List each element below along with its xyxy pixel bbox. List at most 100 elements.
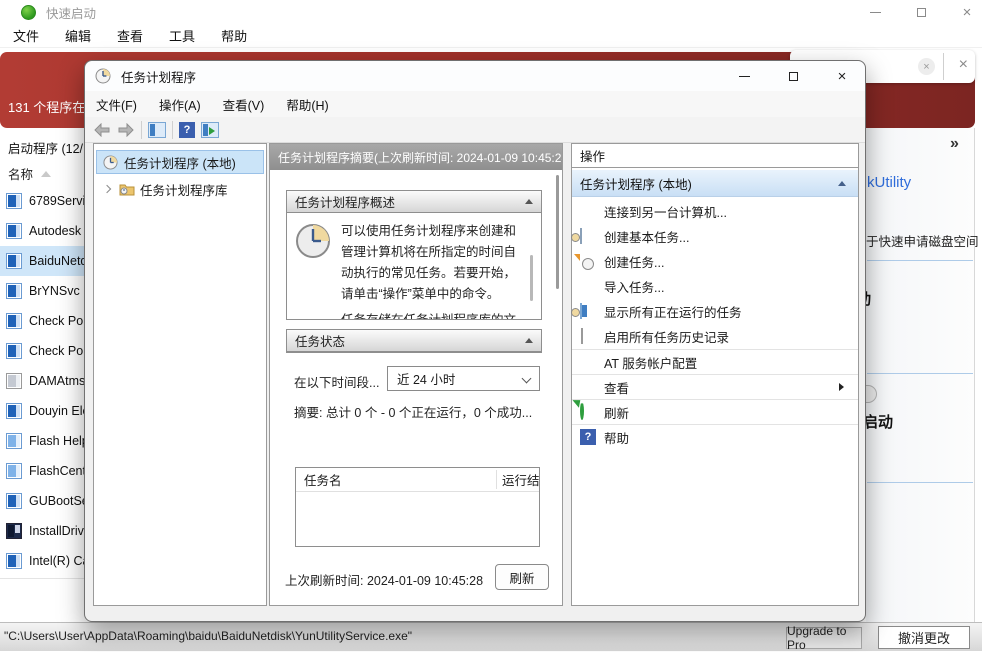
clock-icon [95,68,111,84]
status-path-text: "C:\Users\User\AppData\Roaming\baidu\Bai… [4,629,412,643]
upgrade-to-pro-button[interactable]: Upgrade to Pro [786,627,862,649]
submenu-arrow-icon [839,383,844,391]
period-value: 近 24 小时 [397,369,455,388]
close-icon[interactable]: × [959,56,968,74]
ts-titlebar[interactable]: 任务计划程序 × [85,61,865,91]
table-header-row: 任务名 运行结 [296,468,539,492]
program-icon [6,373,22,389]
summary-pane: 任务计划程序摘要(上次刷新时间: 2024-01-09 10:45:28 任务计… [269,143,563,606]
no-icon [580,379,596,395]
host-window-controls: × [866,0,976,24]
undo-changes-button[interactable]: 撤消更改 [878,626,970,649]
overview-text-partial: 任务存储在任务计划程序库的文 [341,309,531,319]
actions-list: 连接到另一台计算机... 创建基本任务... 创建任务... 导入任务... 显… [572,199,858,449]
ts-menu-file[interactable]: 文件(F) [85,95,148,114]
ts-menu-help[interactable]: 帮助(H) [275,95,339,114]
action-enable-task-history[interactable]: 启用所有任务历史记录 [572,324,858,349]
ts-window-title: 任务计划程序 [121,67,196,86]
column-run-result[interactable]: 运行结 [502,470,540,489]
program-icon [6,313,22,329]
forward-icon[interactable] [117,123,135,137]
divider [867,260,973,261]
show-panes-icon[interactable] [201,122,219,138]
collapse-icon[interactable] [838,181,846,186]
host-maximize-button[interactable] [912,3,930,21]
banner-text: 131 个程序在 [8,97,85,116]
expander-chevron-icon[interactable] [103,185,111,193]
toolbar-separator [172,121,173,139]
action-connect-remote[interactable]: 连接到另一台计算机... [572,199,858,224]
back-icon[interactable] [93,123,111,137]
no-icon [580,279,596,295]
list-divider [0,578,84,579]
action-show-running-tasks[interactable]: 显示所有正在运行的任务 [572,299,858,324]
overview-body: 可以使用任务计划程序来创建和管理计算机将在所指定的时间自动执行的常见任务。若要开… [287,213,541,319]
ts-window-controls: × [735,61,851,91]
summary-scrollbar[interactable] [556,175,559,289]
column-task-name[interactable]: 任务名 [296,470,342,489]
minimize-icon [870,12,881,13]
action-help[interactable]: ? 帮助 [572,424,858,449]
console-tree-icon[interactable] [148,122,166,138]
running-tasks-icon [580,303,582,319]
action-refresh[interactable]: 刷新 [572,399,858,424]
tree-item-library[interactable]: 任务计划程序库 [96,177,264,201]
host-menu-help[interactable]: 帮助 [208,26,260,45]
tree-library-label: 任务计划程序库 [140,180,228,199]
action-at-service-account[interactable]: AT 服务帐户配置 [572,349,858,374]
last-refresh-label: 上次刷新时间: 2024-01-09 10:45:28 [285,570,483,589]
host-menu-edit[interactable]: 编辑 [52,26,104,45]
column-divider[interactable] [496,470,497,489]
tree-item-root[interactable]: 任务计划程序 (本地) [96,150,264,174]
tab-startup-programs[interactable]: 启动程序 (12/ [8,138,83,157]
ts-menu-action[interactable]: 操作(A) [148,95,212,114]
expand-chevrons-icon[interactable]: » [950,135,959,153]
overview-section-header[interactable]: 任务计划程序概述 [287,191,541,213]
period-dropdown[interactable]: 近 24 小时 [387,366,540,391]
utility-link[interactable]: kUtility [867,174,911,191]
divider [867,482,973,483]
overview-text: 可以使用任务计划程序来创建和管理计算机将在所指定的时间自动执行的常见任务。若要开… [341,221,527,305]
program-icon [6,523,22,539]
summary-header: 任务计划程序摘要(上次刷新时间: 2024-01-09 10:45:28 [270,144,562,170]
host-app-icon [21,5,36,20]
create-basic-task-icon [580,228,582,244]
host-minimize-button[interactable] [866,3,884,21]
ts-close-button[interactable]: × [833,67,851,85]
program-icon [6,193,22,209]
inner-scrollbar[interactable] [530,255,533,301]
host-close-button[interactable]: × [958,3,976,21]
ts-maximize-button[interactable] [784,67,802,85]
sort-asc-icon [41,171,51,177]
period-label: 在以下时间段... [294,372,379,391]
host-menu-view[interactable]: 查看 [104,26,156,45]
help-toolbar-icon[interactable]: ? [179,122,195,138]
task-status-section: 任务状态 [286,329,542,353]
refresh-button[interactable]: 刷新 [495,564,549,590]
actions-title: 操作 [572,144,858,168]
no-icon [580,354,596,370]
refresh-icon [580,402,584,420]
ts-minimize-button[interactable] [735,67,753,85]
maximize-icon [917,8,926,17]
host-menu-tools[interactable]: 工具 [156,26,208,45]
task-scheduler-window: 任务计划程序 × 文件(F) 操作(A) 查看(V) 帮助(H) ? [84,60,866,622]
column-header-name[interactable]: 名称 [8,164,51,183]
task-status-section-header[interactable]: 任务状态 [287,330,541,352]
actions-group-header[interactable]: 任务计划程序 (本地) [572,169,858,197]
collapse-icon[interactable] [525,199,533,204]
action-create-basic-task[interactable]: 创建基本任务... [572,224,858,249]
minimize-icon [739,76,750,77]
program-icon [6,493,22,509]
host-menubar: 文件 编辑 查看 工具 帮助 [0,24,982,48]
action-import-task[interactable]: 导入任务... [572,274,858,299]
host-titlebar: 快速启动 × [0,0,982,24]
program-icon [6,223,22,239]
clear-icon[interactable]: × [918,58,935,75]
action-create-task[interactable]: 创建任务... [572,249,858,274]
action-view[interactable]: 查看 [572,374,858,399]
host-menu-file[interactable]: 文件 [0,26,52,45]
collapse-icon[interactable] [525,338,533,343]
ts-menu-view[interactable]: 查看(V) [212,95,276,114]
screen: { "glyphs": { "close": "×", "clear": "×"… [0,0,982,651]
